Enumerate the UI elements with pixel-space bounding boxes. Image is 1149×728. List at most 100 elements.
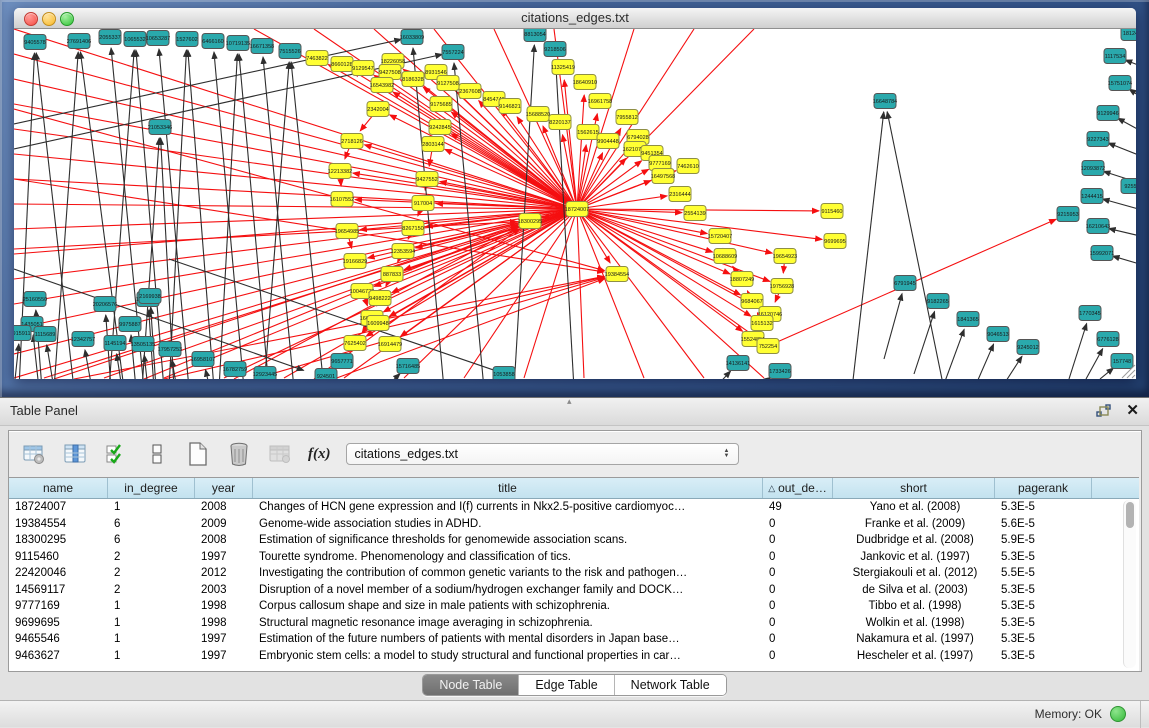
graph-node[interactable]: 9115460 xyxy=(821,204,843,219)
close-panel-icon[interactable]: ✕ xyxy=(1126,402,1139,420)
graph-node[interactable]: 1770345 xyxy=(1079,306,1101,321)
graph-node[interactable]: 9175685 xyxy=(430,97,452,112)
graph-node[interactable]: 9146821 xyxy=(499,99,521,114)
graph-node[interactable]: 9227343 xyxy=(1087,132,1109,147)
tab-network-table[interactable]: Network Table xyxy=(615,675,726,695)
graph-node[interactable]: 6776128 xyxy=(1097,332,1119,347)
graph-node[interactable]: 917004 xyxy=(412,196,434,211)
graph-node[interactable]: 16671358 xyxy=(250,39,274,54)
graph-node[interactable]: 8267150 xyxy=(402,221,424,236)
table-row[interactable]: 977716911998Corpus callosum shape and si… xyxy=(9,598,1139,615)
graph-node[interactable]: 15720407 xyxy=(708,229,732,244)
memory-ok-indicator[interactable] xyxy=(1110,706,1126,722)
select-rows-button[interactable] xyxy=(103,441,129,467)
graph-node[interactable]: 9242845 xyxy=(429,120,451,135)
graph-node[interactable]: 9182265 xyxy=(927,294,949,309)
network-graph[interactable]: 9405578276914062055337106553210653287152… xyxy=(14,29,1136,379)
graph-node[interactable]: 9127508 xyxy=(437,76,459,91)
graph-node[interactable]: 1244415 xyxy=(1081,189,1103,204)
graph-node[interactable]: 1115689 xyxy=(34,327,56,342)
graph-node[interactable]: 9699695 xyxy=(824,234,846,249)
table-row[interactable]: 969969511998Structural magnetic resonanc… xyxy=(9,615,1139,632)
graph-node[interactable]: 9215953 xyxy=(1057,207,1079,222)
graph-node[interactable]: 12353594 xyxy=(391,244,415,259)
graph-node[interactable]: 16782759 xyxy=(223,362,247,377)
table-row[interactable]: 2242004622012Investigating the contribut… xyxy=(9,565,1139,582)
graph-node[interactable]: 1145194 xyxy=(104,336,126,351)
graph-node[interactable]: 1527602 xyxy=(176,32,198,47)
graph-node[interactable]: 15751074 xyxy=(1108,76,1132,91)
graph-node[interactable]: 92553 xyxy=(1121,179,1136,194)
graph-node[interactable]: 16497568 xyxy=(651,169,675,184)
graph-node[interactable]: 6466160 xyxy=(202,34,224,49)
graph-node[interactable]: 9498222 xyxy=(369,291,391,306)
graph-node[interactable]: 2367608 xyxy=(459,84,481,99)
graph-node[interactable]: 10653287 xyxy=(146,31,170,46)
graph-node[interactable]: 1065532 xyxy=(124,32,146,47)
graph-node[interactable]: 18300295 xyxy=(518,214,542,229)
graph-node[interactable]: 19654923 xyxy=(773,249,797,264)
graph-node[interactable]: 16648784 xyxy=(873,94,897,109)
graph-node[interactable]: 10688609 xyxy=(713,249,737,264)
table-row[interactable]: 946362711997Embryonic stem cells: a mode… xyxy=(9,648,1139,665)
graph-node[interactable]: 8186328 xyxy=(402,72,424,87)
graph-node[interactable]: 7625402 xyxy=(344,336,366,351)
table-row[interactable]: 1830029562008Estimation of significance … xyxy=(9,532,1139,549)
graph-node[interactable]: 7462610 xyxy=(677,159,699,174)
graph-node[interactable]: 9218506 xyxy=(544,42,566,57)
graph-node[interactable]: 16958107 xyxy=(191,352,215,367)
column-header-year[interactable]: year xyxy=(195,478,253,498)
graph-node[interactable]: 16107552 xyxy=(330,192,354,207)
graph-node[interactable]: 19654985 xyxy=(335,224,359,239)
graph-node[interactable]: 1117534 xyxy=(1104,49,1126,64)
network-canvas[interactable]: 9405578276914062055337106553210653287152… xyxy=(14,29,1136,379)
graph-node[interactable]: 16961758 xyxy=(588,94,612,109)
split-divider-grip[interactable]: ▴ xyxy=(567,396,572,407)
graph-node[interactable]: 9129946 xyxy=(1097,106,1119,121)
table-settings-button[interactable] xyxy=(21,441,47,467)
graph-node[interactable]: 9405578 xyxy=(24,35,46,50)
graph-node[interactable]: 16914479 xyxy=(378,337,402,352)
graph-node[interactable]: 1733426 xyxy=(769,364,791,379)
graph-hub-node[interactable]: 18724007 xyxy=(565,202,589,217)
row-height-button[interactable] xyxy=(144,441,170,467)
graph-node[interactable]: 15716485 xyxy=(396,359,420,374)
table-row[interactable]: 1938455462009Genome-wide association stu… xyxy=(9,516,1139,533)
table-row[interactable]: 1456911722003Disruption of a novel membe… xyxy=(9,582,1139,599)
vertical-scrollbar[interactable] xyxy=(1123,500,1136,668)
graph-node[interactable]: 1053858 xyxy=(493,367,515,380)
graph-node[interactable]: 14136141 xyxy=(726,356,750,371)
column-header-out_de[interactable]: △out_de… xyxy=(763,478,833,498)
graph-node[interactable]: 9975887 xyxy=(119,317,141,332)
graph-node[interactable]: 12342757 xyxy=(71,332,95,347)
new-table-button[interactable] xyxy=(185,441,211,467)
graph-node[interactable]: 18807249 xyxy=(730,272,754,287)
column-header-title[interactable]: title xyxy=(253,478,763,498)
column-header-pagerank[interactable]: pagerank xyxy=(995,478,1092,498)
graph-node[interactable]: 7463822 xyxy=(306,51,328,66)
graph-node[interactable]: 1841365 xyxy=(957,312,979,327)
graph-node[interactable]: 16033809 xyxy=(400,30,424,45)
graph-node[interactable]: 752254 xyxy=(757,339,779,354)
graph-node[interactable]: 2554139 xyxy=(684,206,706,221)
graph-node[interactable]: 8660128 xyxy=(331,57,353,72)
graph-node[interactable]: 12213382 xyxy=(328,164,352,179)
graph-node[interactable]: 924501 xyxy=(315,369,337,380)
table-selector-combobox[interactable]: citations_edges.txt ▲▼ xyxy=(346,443,739,465)
graph-node[interactable]: 2316444 xyxy=(669,187,691,202)
graph-node[interactable]: 16210643 xyxy=(1086,219,1110,234)
graph-node[interactable]: 2169938 xyxy=(139,289,161,304)
graph-node[interactable]: 1615132 xyxy=(751,316,773,331)
graph-node[interactable]: 13505135 xyxy=(131,337,155,352)
graph-node[interactable]: 7955812 xyxy=(616,110,638,125)
graph-node[interactable]: 9129547 xyxy=(352,61,374,76)
graph-node[interactable]: 15992071 xyxy=(1090,246,1114,261)
table-row[interactable]: 946554611997Estimation of the future num… xyxy=(9,631,1139,648)
graph-node[interactable]: 8813054 xyxy=(524,29,546,42)
graph-node[interactable]: 9684067 xyxy=(741,294,763,309)
graph-node[interactable]: 6791945 xyxy=(894,276,916,291)
float-panel-icon[interactable] xyxy=(1096,404,1112,418)
graph-node[interactable]: 12093872 xyxy=(1081,161,1105,176)
graph-node[interactable]: 157748 xyxy=(1111,354,1133,369)
graph-node[interactable]: 8220137 xyxy=(549,115,571,130)
